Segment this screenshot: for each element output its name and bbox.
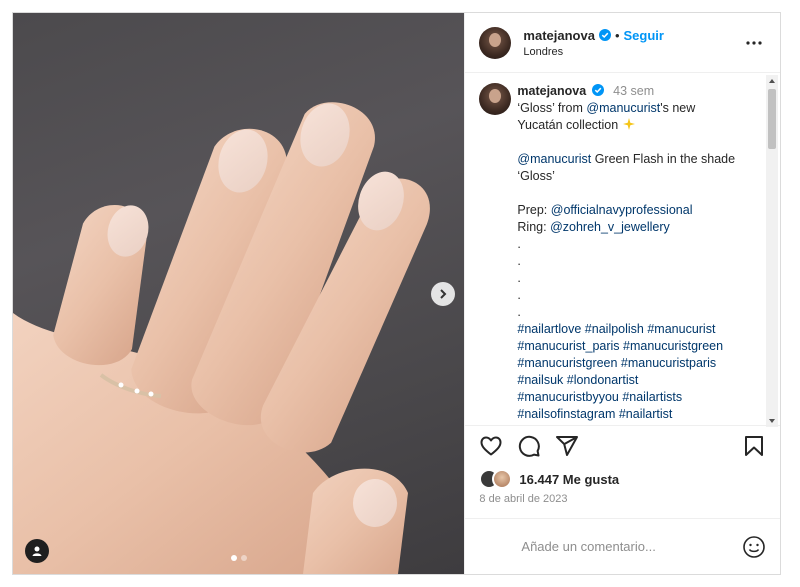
post-side-panel: matejanova • Seguir Londres matejanova 4… xyxy=(464,13,780,574)
next-image-button[interactable] xyxy=(431,282,455,306)
caption-dot: . xyxy=(517,305,521,319)
caption-dot: . xyxy=(517,237,521,251)
hashtag-line[interactable]: #manucuristgreen #manucuristparis xyxy=(517,355,753,372)
follow-button[interactable]: Seguir xyxy=(624,28,664,43)
caption-text: ‘Gloss’ xyxy=(517,169,555,183)
likes-count[interactable]: 16.447 Me gusta xyxy=(519,472,619,487)
likes-row: 16.447 Me gusta xyxy=(479,469,619,489)
avatar xyxy=(492,469,513,489)
mention-link[interactable]: @officialnavyprofessional xyxy=(551,203,693,217)
username[interactable]: matejanova xyxy=(523,28,595,43)
scrollbar-thumb[interactable] xyxy=(768,89,776,149)
hashtag-line[interactable]: #nailartlove #nailpolish #manucurist xyxy=(517,321,753,338)
caption-text: Yucatán collection xyxy=(517,118,622,132)
scroll-up-arrow-icon[interactable] xyxy=(769,79,775,83)
caption-username[interactable]: matejanova xyxy=(517,84,586,98)
hand-photo xyxy=(13,102,430,574)
carousel-dot xyxy=(241,555,247,561)
action-bar xyxy=(465,425,780,465)
share-icon xyxy=(556,435,579,456)
more-options-button[interactable] xyxy=(742,31,766,55)
chevron-right-icon xyxy=(440,289,447,299)
comments-area[interactable]: matejanova 43 sem ‘Gloss’ from @manucuri… xyxy=(465,73,780,425)
caption-text: Green Flash in the shade xyxy=(591,152,736,166)
hashtag-line[interactable]: #nailsuk #londonartist xyxy=(517,372,753,389)
caption-text: 's new xyxy=(660,101,696,115)
caption-text: Prep: xyxy=(517,203,551,217)
mention-link[interactable]: @zohreh_v_jewellery xyxy=(550,220,670,234)
caption-text: ‘Gloss’ from xyxy=(517,101,587,115)
caption-text: Ring: xyxy=(517,220,551,234)
comments-scrollbar[interactable] xyxy=(766,75,778,427)
like-button[interactable] xyxy=(477,432,505,460)
comment-icon xyxy=(519,435,541,457)
caption-dot: . xyxy=(517,271,521,285)
user-tags-button[interactable] xyxy=(25,539,49,563)
caption: matejanova 43 sem ‘Gloss’ from @manucuri… xyxy=(517,83,753,423)
sparkles-icon xyxy=(622,118,635,130)
save-button[interactable] xyxy=(740,432,768,460)
mention-link[interactable]: @manucurist xyxy=(517,152,591,166)
hashtag-line[interactable]: #manucurist_paris #manucuristgreen xyxy=(517,338,753,355)
emoji-icon[interactable] xyxy=(742,535,766,559)
verified-badge-icon xyxy=(591,84,604,96)
liker-avatars[interactable] xyxy=(479,469,513,489)
caption-avatar[interactable] xyxy=(479,83,512,115)
separator: • xyxy=(614,27,620,43)
carousel-dot xyxy=(231,555,237,561)
bookmark-icon xyxy=(745,435,763,456)
post-time[interactable]: 43 sem xyxy=(613,84,654,98)
user-tag-icon xyxy=(32,546,42,556)
heart-icon xyxy=(480,436,502,455)
post-header: matejanova • Seguir Londres xyxy=(465,13,780,73)
mention-link[interactable]: @manucurist xyxy=(586,101,660,115)
caption-dot: . xyxy=(517,288,521,302)
post-dialog: matejanova • Seguir Londres matejanova 4… xyxy=(12,12,781,575)
hashtag-line[interactable]: #nailsofinstagram #nailartist xyxy=(517,406,753,423)
avatar[interactable] xyxy=(479,26,512,59)
comment-input[interactable] xyxy=(521,539,742,554)
add-comment-bar xyxy=(465,518,780,574)
share-button[interactable] xyxy=(553,432,581,460)
comment-button[interactable] xyxy=(515,432,543,460)
verified-badge-icon xyxy=(598,29,611,41)
hashtag-line[interactable]: #manucuristbyyou #nailartists xyxy=(517,389,753,406)
carousel-indicator xyxy=(231,555,247,561)
scroll-down-arrow-icon[interactable] xyxy=(769,419,775,423)
more-options-icon xyxy=(746,40,762,45)
post-date[interactable]: 8 de abril de 2023 xyxy=(479,493,567,505)
post-media xyxy=(13,13,465,574)
caption-dot: . xyxy=(517,254,521,268)
location[interactable]: Londres xyxy=(523,46,742,58)
